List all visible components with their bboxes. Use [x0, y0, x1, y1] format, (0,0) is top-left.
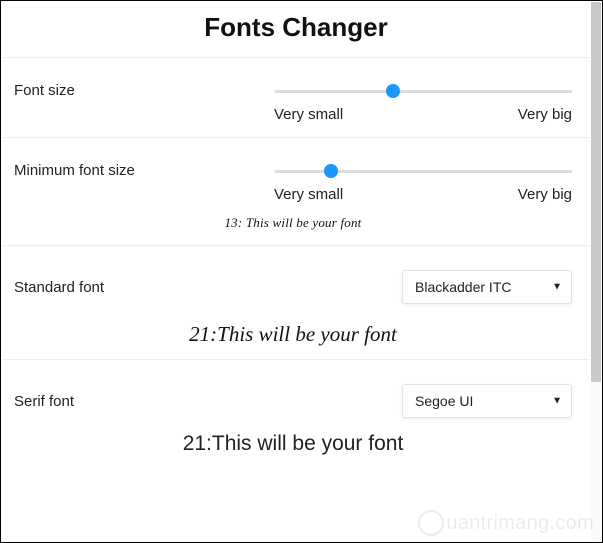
- min-font-preview: 13: This will be your font: [14, 215, 572, 231]
- min-font-size-slider[interactable]: [274, 162, 572, 180]
- select-value: Segoe UI: [415, 393, 473, 409]
- standard-font-preview: 21:This will be your font: [14, 322, 572, 347]
- serif-font-label: Serif font: [14, 393, 274, 410]
- font-size-slider[interactable]: [274, 82, 572, 100]
- section-standard-font: Standard font Blackadder ITC ▼ 21:This w…: [2, 245, 590, 359]
- scrollbar-thumb[interactable]: [591, 2, 601, 382]
- slider-max-label: Very big: [518, 186, 572, 203]
- settings-panel: Fonts Changer Font size Very small Very …: [0, 0, 603, 543]
- slider-track: [274, 90, 572, 93]
- scrollbar-track[interactable]: [591, 2, 601, 541]
- section-min-font-size: Minimum font size Very small Very big 13…: [2, 137, 590, 245]
- serif-font-select[interactable]: Segoe UI: [402, 384, 572, 418]
- section-serif-font: Serif font Segoe UI ▼ 21:This will be yo…: [2, 359, 590, 470]
- page-title: Fonts Changer: [2, 2, 590, 57]
- slider-handle[interactable]: [324, 164, 338, 178]
- slider-handle[interactable]: [386, 84, 400, 98]
- slider-max-label: Very big: [518, 106, 572, 123]
- font-size-label: Font size: [14, 82, 274, 99]
- slider-min-label: Very small: [274, 106, 343, 123]
- slider-track: [274, 170, 572, 173]
- min-font-size-label: Minimum font size: [14, 162, 274, 179]
- scroll-content: Fonts Changer Font size Very small Very …: [2, 2, 590, 541]
- standard-font-select[interactable]: Blackadder ITC: [402, 270, 572, 304]
- standard-font-label: Standard font: [14, 279, 274, 296]
- select-value: Blackadder ITC: [415, 279, 511, 295]
- slider-min-label: Very small: [274, 186, 343, 203]
- serif-font-preview: 21:This will be your font: [14, 432, 572, 456]
- section-font-size: Font size Very small Very big: [2, 57, 590, 137]
